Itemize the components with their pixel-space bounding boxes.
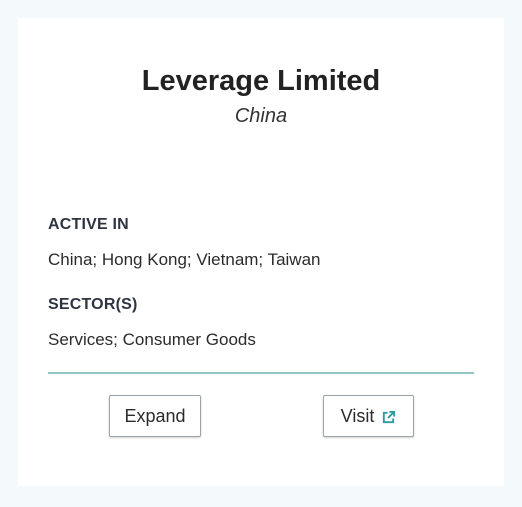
divider (48, 372, 474, 374)
company-country: China (234, 105, 288, 127)
expand-button-label: Expand (124, 405, 186, 426)
external-link-icon (381, 409, 396, 424)
visit-button-label: Visit (340, 405, 375, 426)
active-in-value: China; Hong Kong; Vietnam; Taiwan (48, 250, 321, 269)
sectors-label: SECTOR(S) (48, 296, 138, 313)
active-in-label: ACTIVE IN (48, 216, 129, 233)
expand-button[interactable]: Expand (109, 395, 201, 437)
sectors-value: Services; Consumer Goods (48, 330, 256, 349)
company-name: Leverage Limited (141, 65, 381, 97)
visit-button[interactable]: Visit (323, 395, 414, 437)
company-card: Leverage Limited China ACTIVE IN China; … (18, 18, 504, 486)
